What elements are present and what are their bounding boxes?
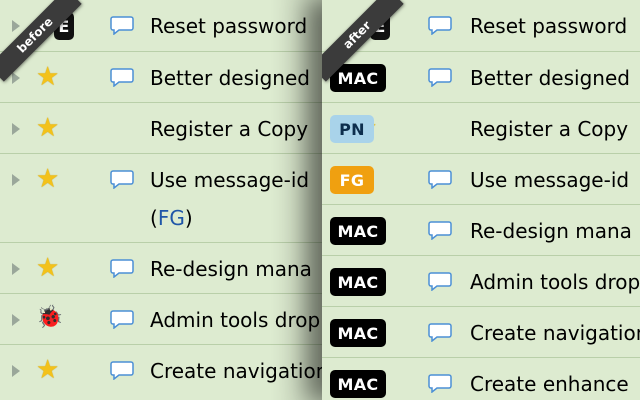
priority-bars-icon xyxy=(398,70,412,88)
ticket-row[interactable]: ★ Use message-id (FG) xyxy=(0,154,330,243)
fg-badge[interactable]: FG xyxy=(330,166,374,194)
star-icon[interactable]: ★ xyxy=(36,115,59,141)
ticket-row[interactable]: ★ Register a Copy xyxy=(0,103,330,154)
priority-bars-icon xyxy=(398,372,412,394)
ticket-title[interactable]: Reset password xyxy=(150,16,307,36)
expand-triangle-icon[interactable] xyxy=(12,72,20,84)
star-icon[interactable]: ★ xyxy=(36,64,59,90)
comment-icon[interactable] xyxy=(428,221,452,240)
ticket-title[interactable]: Create navigation xyxy=(470,323,640,343)
priority-bars-icon xyxy=(78,253,92,283)
ticket-row[interactable]: ★ Create navigation xyxy=(0,345,330,400)
ticket-row[interactable]: ★ Better designed xyxy=(0,52,330,103)
ticket-row[interactable]: MAC Admin tools drop xyxy=(322,256,640,307)
priority-bars-icon xyxy=(78,164,92,194)
comment-icon[interactable] xyxy=(428,323,452,342)
star-icon[interactable]: ★ xyxy=(36,166,59,192)
priority-bars-icon xyxy=(78,70,92,88)
ticket-row[interactable]: MAC Create navigation xyxy=(322,307,640,358)
ticket-row[interactable]: MAC Re-design mana xyxy=(322,205,640,256)
subtag-close-paren: ) xyxy=(184,206,193,230)
comment-icon[interactable] xyxy=(110,68,134,87)
after-panel: E Reset password MAC Better designed ★ P… xyxy=(322,0,640,400)
comment-icon[interactable] xyxy=(110,16,134,35)
ticket-title[interactable]: Register a Copy xyxy=(470,119,628,139)
mac-badge[interactable]: MAC xyxy=(330,268,386,296)
ticket-title[interactable]: Re-design mana xyxy=(470,221,632,241)
bug-icon: 🐞 xyxy=(36,305,64,330)
ticket-row[interactable]: ★ PN Register a Copy xyxy=(322,103,640,154)
ticket-title[interactable]: Use message-id xyxy=(150,170,309,190)
expand-triangle-icon[interactable] xyxy=(12,20,20,32)
before-panel: E Reset password ★ Better designed ★ Reg… xyxy=(0,0,330,400)
subtag-link[interactable]: FG xyxy=(158,206,185,230)
ticket-title[interactable]: Register a Copy xyxy=(150,119,308,139)
priority-bars-icon xyxy=(78,359,92,381)
ticket-title[interactable]: Reset password xyxy=(470,16,627,36)
priority-bars-icon xyxy=(398,163,412,193)
ticket-title[interactable]: Use message-id xyxy=(470,170,629,190)
ticket-row[interactable]: ★ Re-design mana xyxy=(0,243,330,294)
star-icon[interactable]: ★ xyxy=(36,357,59,383)
comment-icon[interactable] xyxy=(110,361,134,380)
ticket-subtag: (FG) xyxy=(150,206,193,230)
ticket-row[interactable]: MAC Better designed xyxy=(322,52,640,103)
mac-badge[interactable]: MAC xyxy=(330,370,386,398)
ticket-title[interactable]: Create navigation xyxy=(150,361,328,381)
comment-icon[interactable] xyxy=(428,16,452,35)
ticket-title[interactable]: Re-design mana xyxy=(150,259,312,279)
mac-badge[interactable]: MAC xyxy=(330,217,386,245)
comment-icon[interactable] xyxy=(110,310,134,329)
expand-triangle-icon[interactable] xyxy=(12,123,20,135)
ticket-row[interactable]: MAC Create enhance xyxy=(322,358,640,400)
comment-icon[interactable] xyxy=(428,68,452,87)
expand-triangle-icon[interactable] xyxy=(12,314,20,326)
ticket-title[interactable]: Admin tools drop xyxy=(470,272,640,292)
comment-icon[interactable] xyxy=(110,259,134,278)
ticket-title[interactable]: Admin tools drop xyxy=(150,310,320,330)
subtag-open-paren: ( xyxy=(150,206,158,230)
comment-icon[interactable] xyxy=(428,272,452,291)
comment-icon[interactable] xyxy=(110,170,134,189)
ticket-row[interactable]: 🐞 Admin tools drop xyxy=(0,294,330,345)
comment-icon[interactable] xyxy=(428,170,452,189)
star-icon[interactable]: ★ xyxy=(36,255,59,281)
ticket-title[interactable]: Create enhance xyxy=(470,374,629,394)
ticket-title[interactable]: Better designed xyxy=(470,68,630,88)
expand-triangle-icon[interactable] xyxy=(12,365,20,377)
mac-badge[interactable]: MAC xyxy=(330,319,386,347)
ticket-row[interactable]: FG Use message-id xyxy=(322,154,640,205)
priority-bars-icon xyxy=(78,121,92,139)
priority-bars-icon xyxy=(398,121,412,139)
comment-icon[interactable] xyxy=(428,374,452,393)
priority-bars-icon xyxy=(398,214,412,244)
expand-triangle-icon[interactable] xyxy=(12,174,20,186)
priority-bars-icon xyxy=(398,321,412,343)
expand-triangle-icon[interactable] xyxy=(12,263,20,275)
ticket-title[interactable]: Better designed xyxy=(150,68,310,88)
pn-badge[interactable]: PN xyxy=(330,115,374,143)
